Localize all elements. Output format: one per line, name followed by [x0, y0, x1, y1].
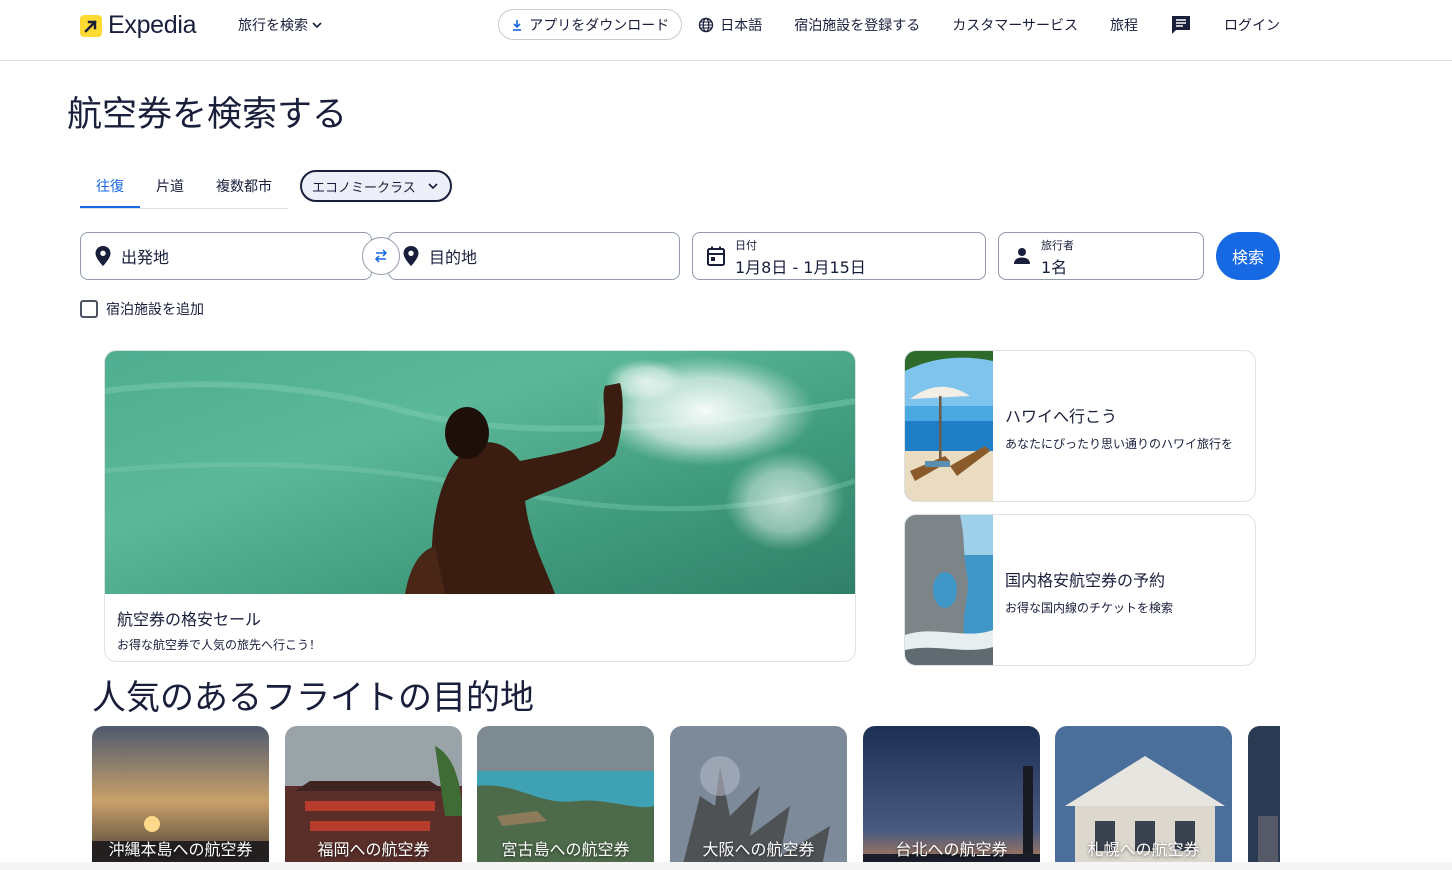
- globe-icon: [699, 17, 714, 32]
- travelers-field[interactable]: 旅行者 1名: [998, 232, 1204, 280]
- trip-search-label: 旅行を検索: [238, 18, 308, 34]
- trip-search-menu[interactable]: 旅行を検索: [238, 15, 322, 35]
- coastal-rock-image: [905, 515, 993, 665]
- domestic-flights-title: 国内格安航空券の予約: [1005, 571, 1166, 590]
- origin-placeholder: 出発地: [121, 248, 170, 267]
- chevron-down-icon: [312, 22, 322, 29]
- flight-sale-image: [105, 351, 855, 594]
- swap-locations-button[interactable]: [362, 237, 400, 275]
- login-link[interactable]: ログイン: [1224, 9, 1280, 40]
- popular-destinations-title: 人気のあるフライトの目的地: [92, 678, 534, 718]
- messages-button[interactable]: [1170, 9, 1192, 40]
- expedia-logo[interactable]: Expedia: [80, 11, 197, 40]
- location-pin-icon: [95, 246, 111, 266]
- travelers-value: 1名: [1041, 257, 1068, 277]
- destination-card-fukuoka[interactable]: 福岡への航空券: [285, 726, 462, 870]
- flight-sale-card[interactable]: 航空券の格安セール お得な航空券で人気の旅先へ行こう！: [104, 350, 856, 662]
- destination-label: 沖縄本島への航空券: [108, 840, 253, 859]
- list-property-link[interactable]: 宿泊施設を登録する: [794, 9, 920, 40]
- destination-card-miyakojima[interactable]: 宮古島への航空券: [477, 726, 654, 870]
- destination-placeholder: 目的地: [429, 248, 478, 267]
- destination-card-okinawa[interactable]: 沖縄本島への航空券: [92, 726, 269, 870]
- hawaii-card[interactable]: ハワイへ行こう あなたにぴったり思い通りのハワイ旅行を: [904, 350, 1256, 502]
- customer-service-link[interactable]: カスタマーサービス: [952, 9, 1078, 40]
- app-download-button[interactable]: アプリをダウンロード: [498, 9, 683, 40]
- page-bottom-edge: [0, 862, 1452, 870]
- page-title: 航空券を検索する: [67, 95, 348, 135]
- destination-label: 大阪への航空券: [702, 840, 815, 859]
- domestic-flights-subtitle: お得な国内線のチケットを検索: [1005, 601, 1174, 615]
- app-download-label: アプリをダウンロード: [529, 17, 670, 34]
- tab-round-trip[interactable]: 往復: [80, 168, 140, 208]
- language-label: 日本語: [720, 17, 763, 34]
- origin-field[interactable]: 出発地: [80, 232, 372, 280]
- add-stay-checkbox[interactable]: [80, 300, 98, 318]
- destination-label: 福岡への航空券: [317, 840, 430, 859]
- search-button[interactable]: 検索: [1216, 232, 1280, 280]
- date-label: 日付: [735, 238, 757, 252]
- domestic-flights-card[interactable]: 国内格安航空券の予約 お得な国内線のチケットを検索: [904, 514, 1256, 666]
- chevron-down-icon: [428, 183, 438, 190]
- trips-link[interactable]: 旅程: [1110, 9, 1138, 40]
- chat-icon: [1172, 15, 1190, 34]
- flight-sale-title: 航空券の格安セール: [117, 610, 262, 629]
- destination-carousel: 沖縄本島への航空券 福岡への航空券 宮古島への航空券 大阪への航空券 台北への航…: [92, 726, 1280, 870]
- brand-name: Expedia: [108, 11, 197, 39]
- site-header: Expedia 旅行を検索 アプリをダウンロード 日本語 宿泊施設を登録する カ…: [0, 0, 1452, 61]
- flight-sale-subtitle: お得な航空券で人気の旅先へ行こう！: [117, 638, 322, 652]
- destination-card-partial[interactable]: [1248, 726, 1280, 870]
- hawaii-card-title: ハワイへ行こう: [1005, 407, 1118, 426]
- language-selector[interactable]: 日本語: [698, 9, 762, 40]
- destination-label: 台北への航空券: [895, 840, 1008, 859]
- add-stay-label: 宿泊施設を追加: [106, 302, 204, 318]
- hawaii-beach-image: [905, 351, 993, 501]
- hawaii-card-subtitle: あなたにぴったり思い通りのハワイ旅行を: [1005, 437, 1234, 451]
- person-icon: [1013, 247, 1031, 265]
- cabin-class-select[interactable]: エコノミークラス: [300, 170, 452, 202]
- trip-type-tabs: 往復 片道 複数都市: [80, 168, 288, 209]
- download-icon: [513, 19, 522, 31]
- destination-card-taipei[interactable]: 台北への航空券: [863, 726, 1040, 870]
- tab-one-way[interactable]: 片道: [140, 168, 200, 208]
- destination-label: 札幌への航空券: [1087, 840, 1200, 859]
- destination-card-sapporo[interactable]: 札幌への航空券: [1055, 726, 1232, 870]
- calendar-icon: [707, 246, 725, 266]
- destination-label: 宮古島への航空券: [501, 840, 630, 859]
- date-value: 1月8日 - 1月15日: [735, 257, 866, 277]
- location-pin-icon: [403, 246, 419, 266]
- swap-icon: [374, 249, 388, 263]
- destination-card-osaka[interactable]: 大阪への航空券: [670, 726, 847, 870]
- date-field[interactable]: 日付 1月8日 - 1月15日: [692, 232, 986, 280]
- cabin-class-value: エコノミークラス: [312, 180, 416, 196]
- tab-multi-city[interactable]: 複数都市: [200, 168, 288, 208]
- travelers-label: 旅行者: [1041, 238, 1074, 252]
- brand-arrow-icon: [80, 14, 102, 37]
- destination-field[interactable]: 目的地: [388, 232, 680, 280]
- header-nav: アプリをダウンロード 日本語 宿泊施設を登録する カスタマーサービス 旅程 ログ…: [498, 9, 1280, 40]
- add-stay-option[interactable]: 宿泊施設を追加: [80, 299, 204, 319]
